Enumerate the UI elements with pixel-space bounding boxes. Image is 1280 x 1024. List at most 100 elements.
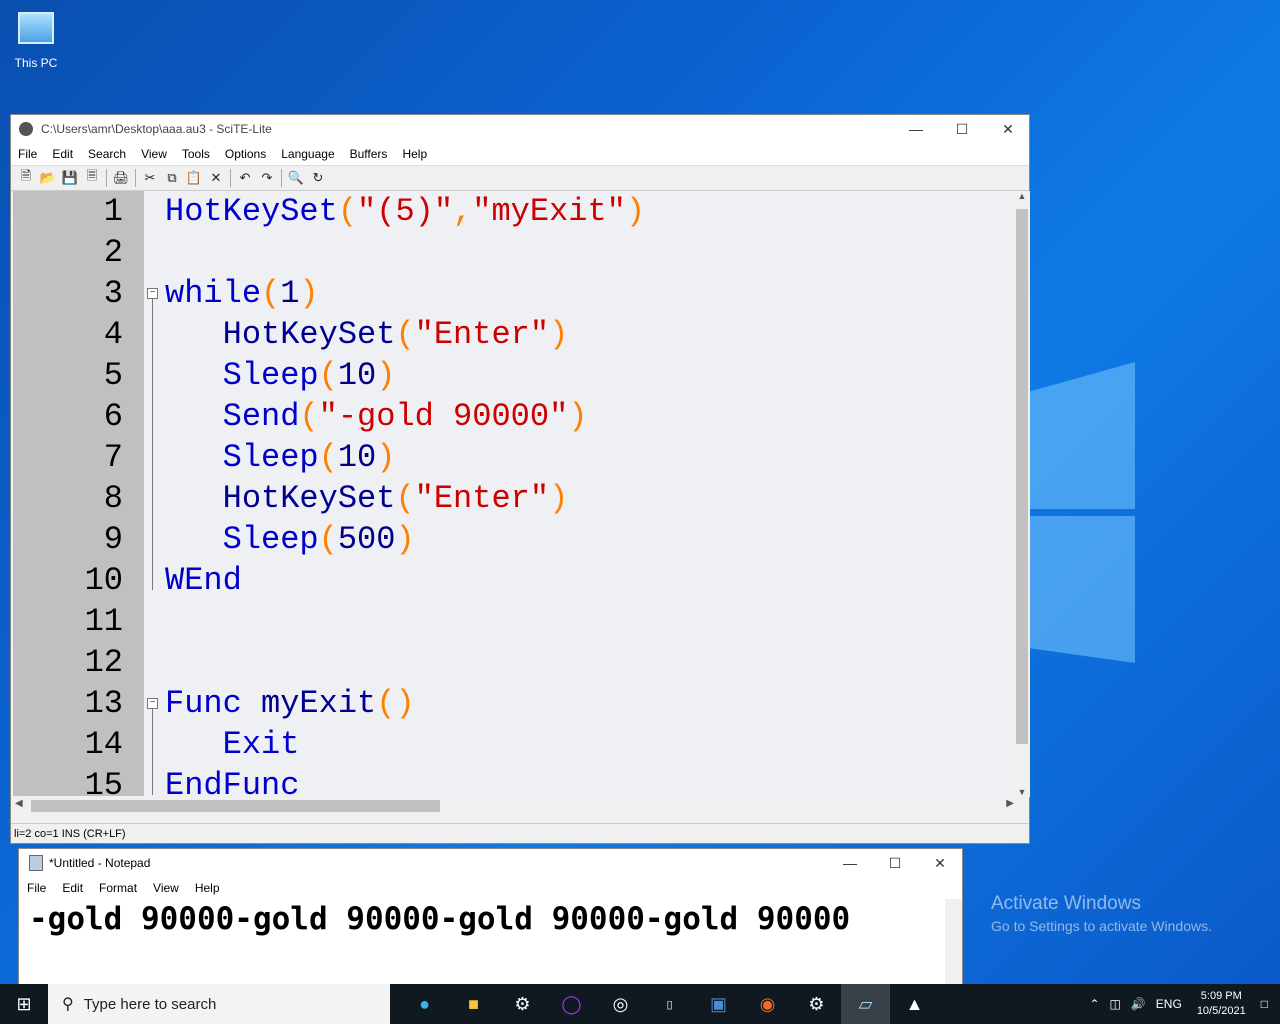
file-explorer-icon[interactable]: ■ [449,984,498,1024]
notepad-window[interactable]: *Untitled - Notepad — ☐ ✕ File Edit Form… [18,848,963,989]
windows-logo-icon: ⊞ [16,993,32,1014]
notepad-close-button[interactable]: ✕ [917,849,963,877]
print-icon[interactable]: 🖨 [110,168,132,188]
epic-games-icon[interactable]: ▯ [645,984,694,1024]
remote-desktop-icon[interactable]: ▣ [694,984,743,1024]
code-text: Func myExit() [165,683,415,724]
notepad-menu-help[interactable]: Help [187,881,228,895]
code-text: HotKeySet("(5)","myExit") [165,191,645,232]
new-icon[interactable]: 🗎 [15,168,37,188]
code-token: ) [395,521,415,558]
scroll-up-icon[interactable]: ▲ [1014,191,1030,201]
vertical-scroll-thumb[interactable] [1016,209,1028,744]
scroll-right-icon[interactable]: ▶ [1006,798,1014,809]
notepad-window-title: *Untitled - Notepad [49,856,151,870]
notepad-maximize-button[interactable]: ☐ [872,849,918,877]
origin-icon[interactable]: ◉ [743,984,792,1024]
replace-icon[interactable]: ↻ [307,168,329,188]
code-token: 1 [280,275,300,312]
scroll-left-icon[interactable]: ◀ [15,798,23,809]
scite-toolbar: 🗎 📂 💾 🗏 🖨 ✂ ⧉ 📋 ✕ ↶ ↷ 🔍 ↻ [11,165,1029,191]
start-button[interactable]: ⊞ [0,984,48,1024]
show-hidden-icons-icon[interactable]: ⌃ [1089,997,1099,1011]
menu-language[interactable]: Language [274,147,342,161]
code-token: "myExit" [472,193,626,230]
code-token: "-gold 90000" [318,398,569,435]
steam-icon[interactable]: ⚙ [792,984,841,1024]
cut-icon[interactable]: ✂ [139,168,161,188]
taskbar-search-box[interactable]: ⚲ Type here to search [48,984,390,1024]
open-icon[interactable]: 📂 [37,168,59,188]
code-token: ( [318,521,338,558]
find-icon[interactable]: 🔍 [285,168,307,188]
line-number: 10 [84,562,123,599]
steam-icon[interactable]: ⚙ [498,984,547,1024]
clock[interactable]: 5:09 PM 10/5/2021 [1197,989,1246,1019]
menu-options[interactable]: Options [218,147,274,161]
save-icon[interactable]: 💾 [59,168,81,188]
edge-icon[interactable]: ● [400,984,449,1024]
fold-marker-icon[interactable]: − [147,698,158,709]
paste-icon[interactable]: 📋 [183,168,205,188]
scite-icon[interactable]: ▱ [841,984,890,1024]
computer-icon [18,12,54,44]
line-number: 11 [84,603,123,640]
code-token: HotKeySet [165,316,396,353]
clock-date: 10/5/2021 [1196,1005,1246,1017]
scite-window-title: C:\Users\amr\Desktop\aaa.au3 - SciTE-Lit… [41,122,272,136]
toolbar-separator [281,169,282,187]
code-token: "Enter" [414,316,550,353]
menu-buffers[interactable]: Buffers [343,147,396,161]
notepad-text-area[interactable]: -gold 90000-gold 90000-gold 90000-gold 9… [29,901,850,937]
code-editor[interactable]: 1 HotKeySet("(5)","myExit") 2 3 while(1) 4 Ho… [13,191,1014,796]
copy-icon[interactable]: ⧉ [161,168,183,188]
this-pc-desktop-icon[interactable]: This PC [6,12,66,70]
scroll-down-icon[interactable]: ▼ [1014,787,1030,797]
code-token: Exit [165,726,300,763]
notepad-menu-format[interactable]: Format [91,881,145,895]
code-token: 10 [337,439,377,476]
delete-icon[interactable]: ✕ [205,168,227,188]
maximize-button[interactable]: ☐ [939,115,985,143]
horizontal-scrollbar[interactable]: ◀ ▶ [13,797,1014,814]
code-token: ) [376,357,396,394]
system-tray: ⌃ ◫ 🔊 ENG 5:09 PM 10/5/2021 □ [1084,984,1280,1024]
code-token: 500 [337,521,396,558]
horizontal-scroll-thumb[interactable] [31,800,440,812]
cortana-ring-icon[interactable]: ◯ [547,984,596,1024]
menu-edit[interactable]: Edit [45,147,81,161]
close-button[interactable]: ✕ [985,115,1031,143]
notepad-minimize-button[interactable]: — [827,849,873,877]
close-file-icon[interactable]: 🗏 [81,168,103,188]
menu-view[interactable]: View [134,147,175,161]
code-token: 10 [337,357,377,394]
notepad-app-icon [29,855,43,871]
notepad-titlebar[interactable]: *Untitled - Notepad — ☐ ✕ [19,849,962,877]
code-token: ) [568,398,588,435]
menu-file[interactable]: File [11,147,45,161]
notepad-menu-view[interactable]: View [145,881,187,895]
network-icon[interactable]: ◫ [1110,997,1121,1011]
notepad-vertical-scrollbar[interactable] [945,899,962,989]
scite-titlebar[interactable]: C:\Users\amr\Desktop\aaa.au3 - SciTE-Lit… [11,115,1029,143]
menu-help[interactable]: Help [395,147,435,161]
menu-tools[interactable]: Tools [175,147,218,161]
line-number: 5 [103,357,123,394]
undo-icon[interactable]: ↶ [234,168,256,188]
autoit-icon[interactable]: ▲ [890,984,939,1024]
notepad-menu-file[interactable]: File [19,881,54,895]
notepad-menu-edit[interactable]: Edit [54,881,91,895]
menu-search[interactable]: Search [81,147,134,161]
notifications-icon[interactable]: □ [1261,997,1268,1011]
fold-marker-icon[interactable]: − [147,288,158,299]
code-text: Sleep(10) [165,355,396,396]
scite-window[interactable]: C:\Users\amr\Desktop\aaa.au3 - SciTE-Lit… [10,114,1030,844]
language-indicator[interactable]: ENG [1156,997,1182,1011]
minimize-button[interactable]: — [893,115,939,143]
line-number: 1 [103,193,123,230]
volume-icon[interactable]: 🔊 [1131,997,1146,1011]
ubisoft-icon[interactable]: ◎ [596,984,645,1024]
vertical-scrollbar[interactable]: ▲ ▼ [1014,191,1030,797]
redo-icon[interactable]: ↷ [256,168,278,188]
status-text: li=2 co=1 INS (CR+LF) [14,827,126,840]
